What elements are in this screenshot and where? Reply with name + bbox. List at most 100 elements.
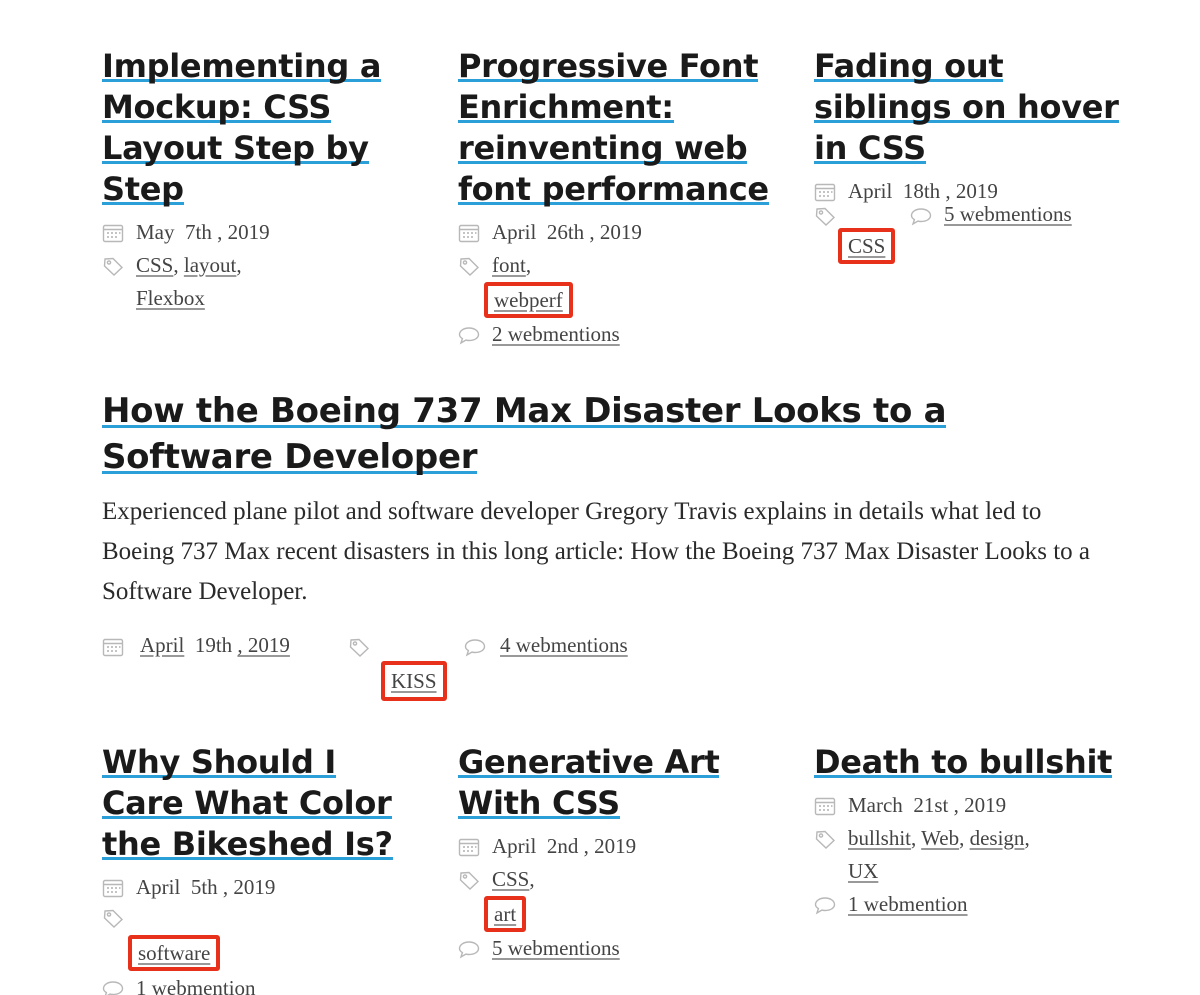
date-day: 2nd	[546, 834, 579, 858]
tag-link[interactable]: KISS	[391, 669, 437, 693]
tag-icon	[102, 256, 124, 276]
date-day: 19th	[194, 633, 233, 657]
post-title-link[interactable]: Progressive Font Enrichment: reinventing…	[458, 47, 769, 208]
date-day: 7th	[185, 220, 212, 244]
tag-link[interactable]: software	[138, 941, 210, 965]
post-webmentions: 1 webmention	[814, 888, 1134, 921]
highlight-box: CSS	[838, 228, 896, 264]
post-title: Generative Art With CSS	[458, 742, 758, 824]
tag-link[interactable]: CSS	[848, 234, 885, 258]
date-day: 5th	[190, 875, 218, 899]
post-date: April 19th , 2019	[140, 629, 290, 662]
post-tags: bullshit, Web, design, UX	[814, 822, 1134, 888]
post-card: Generative Art With CSS April 2nd , 2019…	[458, 742, 758, 965]
calendar-icon	[458, 837, 480, 857]
tag-icon	[814, 206, 836, 226]
post-webmentions: 1 webmention	[102, 972, 412, 995]
calendar-icon	[814, 182, 836, 202]
highlight-box: software	[128, 935, 221, 971]
calendar-icon	[102, 878, 124, 898]
speech-bubble-icon	[814, 895, 836, 915]
webmentions-link[interactable]: 4 webmentions	[500, 629, 628, 662]
post-card: Death to bullshit March 21st , 2019 bull…	[814, 742, 1134, 921]
post-title-link[interactable]: How the Boeing 737 Max Disaster Looks to…	[102, 391, 947, 477]
highlight-box: art	[484, 896, 527, 932]
speech-bubble-icon	[102, 979, 124, 995]
date-month: April	[848, 179, 893, 203]
date-year: , 2019	[217, 220, 270, 244]
tag-link[interactable]: CSS	[136, 253, 173, 277]
tag-icon	[814, 829, 836, 849]
highlight-box: KISS	[381, 661, 447, 701]
post-card: Implementing a Mockup: CSS Layout Step b…	[102, 46, 422, 315]
calendar-icon	[102, 637, 124, 657]
calendar-icon	[102, 223, 124, 243]
post-date: May 7th , 2019	[102, 216, 422, 249]
date-day: 21st	[913, 793, 949, 817]
webmentions-link[interactable]: 1 webmention	[136, 976, 256, 995]
post-title-link[interactable]: Death to bullshit	[814, 743, 1112, 781]
post-excerpt: Experienced plane pilot and software dev…	[102, 498, 1091, 605]
calendar-icon	[814, 796, 836, 816]
speech-bubble-icon	[458, 325, 480, 345]
post-tags: font, webperf	[458, 249, 788, 318]
post-title-link[interactable]: Generative Art With CSS	[458, 743, 720, 822]
post-title-link[interactable]: Implementing a Mockup: CSS Layout Step b…	[102, 47, 381, 208]
tag-link[interactable]: UX	[848, 859, 878, 883]
date-day: 26th	[546, 220, 585, 244]
post-title: Implementing a Mockup: CSS Layout Step b…	[102, 46, 422, 210]
tag-icon	[458, 870, 480, 890]
post-title: Why Should I Care What Color the Bikeshe…	[102, 742, 412, 865]
date-month: April	[492, 220, 537, 244]
date-month: May	[136, 220, 175, 244]
speech-bubble-icon	[458, 939, 480, 959]
tag-icon	[102, 908, 124, 928]
post-card: Progressive Font Enrichment: reinventing…	[458, 46, 788, 351]
tag-link[interactable]: design	[970, 826, 1025, 850]
post-title-link[interactable]: Fading out siblings on hover in CSS	[814, 47, 1119, 167]
post-title: How the Boeing 737 Max Disaster Looks to…	[102, 388, 982, 480]
date-month: April	[492, 834, 537, 858]
date-year: , 2019	[953, 793, 1007, 817]
post-title: Fading out siblings on hover in CSS	[814, 46, 1124, 169]
tag-link[interactable]: art	[494, 902, 516, 926]
post-title: Progressive Font Enrichment: reinventing…	[458, 46, 788, 210]
tag-icon	[348, 637, 370, 657]
tag-link[interactable]: webperf	[494, 288, 563, 312]
date-year: , 2019	[583, 834, 637, 858]
post-meta-inline: April 19th , 2019 4 webmentions KISS	[102, 629, 802, 709]
webmentions-link[interactable]: 5 webmentions	[944, 198, 1072, 231]
post-card: Fading out siblings on hover in CSS Apri…	[814, 46, 1124, 282]
date-year: , 2019	[589, 220, 642, 244]
tag-link[interactable]: layout	[184, 253, 237, 277]
post-date: March 21st , 2019	[814, 789, 1134, 822]
tag-icon	[458, 256, 480, 276]
speech-bubble-icon	[910, 206, 932, 226]
post-card: Why Should I Care What Color the Bikeshe…	[102, 742, 412, 995]
webmentions-link[interactable]: 2 webmentions	[492, 322, 620, 346]
speech-bubble-icon	[464, 637, 486, 657]
tag-link[interactable]: bullshit	[848, 826, 911, 850]
date-month: April	[136, 875, 181, 899]
tag-link[interactable]: Web	[921, 826, 959, 850]
post-title-link[interactable]: Why Should I Care What Color the Bikeshe…	[102, 743, 393, 863]
date-month: March	[848, 793, 903, 817]
date-day: 18th	[902, 179, 941, 203]
tag-link[interactable]: font	[492, 253, 526, 277]
post-title: Death to bullshit	[814, 742, 1134, 783]
tag-link[interactable]: Flexbox	[136, 286, 205, 310]
post-webmentions: 5 webmentions	[458, 932, 758, 965]
post-tags: CSS, art	[458, 863, 758, 932]
date-year-link[interactable]: , 2019	[237, 633, 290, 657]
post-date: April 5th , 2019	[102, 871, 412, 904]
date-month-link[interactable]: April	[140, 633, 184, 657]
webmentions-link[interactable]: 5 webmentions	[492, 936, 620, 960]
highlight-box: webperf	[484, 282, 573, 318]
post-date: April 26th , 2019	[458, 216, 788, 249]
date-year: , 2019	[222, 875, 276, 899]
post-webmentions: 2 webmentions	[458, 318, 788, 351]
post-tags: CSS, layout, Flexbox	[102, 249, 422, 315]
webmentions-link[interactable]: 1 webmention	[848, 892, 968, 916]
tag-link[interactable]: CSS	[492, 867, 529, 891]
calendar-icon	[458, 223, 480, 243]
